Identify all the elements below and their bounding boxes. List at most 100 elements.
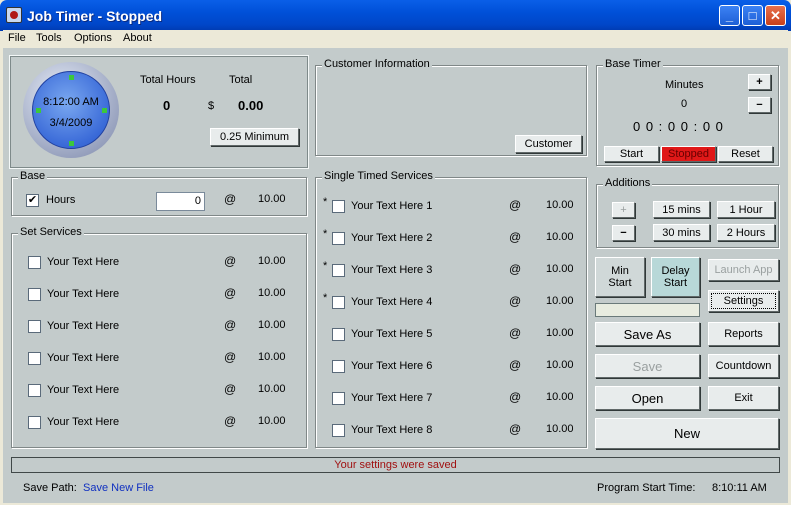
list-item: * Your Text Here 2 @10.00 bbox=[316, 228, 586, 250]
at-symbol: @ bbox=[509, 294, 522, 308]
settings-button[interactable]: Settings bbox=[708, 290, 779, 312]
countdown-button[interactable]: Countdown bbox=[708, 354, 779, 378]
at-symbol: @ bbox=[509, 422, 522, 436]
timer-stopped-indicator[interactable]: Stopped bbox=[661, 146, 716, 162]
timed-service-rate: 10.00 bbox=[546, 295, 574, 307]
service-checkbox[interactable] bbox=[28, 288, 41, 301]
timer-start-button[interactable]: Start bbox=[604, 146, 659, 162]
maximize-icon: □ bbox=[748, 8, 757, 23]
timed-service-checkbox[interactable] bbox=[332, 328, 345, 341]
service-label: Your Text Here bbox=[47, 320, 120, 332]
total-value: 0.00 bbox=[238, 98, 264, 113]
delay-start-button[interactable]: Delay Start bbox=[651, 257, 700, 297]
list-item: * Your Text Here 4 @10.00 bbox=[316, 292, 586, 314]
service-rate: 10.00 bbox=[258, 415, 286, 427]
save-path-link[interactable]: Save New File bbox=[83, 482, 154, 494]
service-checkbox[interactable] bbox=[28, 320, 41, 333]
menu-options[interactable]: Options bbox=[74, 32, 112, 44]
app-icon[interactable] bbox=[6, 7, 22, 23]
add-30-mins-button[interactable]: 30 mins bbox=[653, 224, 710, 241]
additions-decrease-button[interactable]: − bbox=[612, 225, 635, 241]
customer-info-title: Customer Information bbox=[322, 58, 432, 70]
service-label: Your Text Here bbox=[47, 416, 120, 428]
close-button[interactable]: ✕ bbox=[765, 5, 786, 26]
timed-service-checkbox[interactable] bbox=[332, 392, 345, 405]
required-star: * bbox=[323, 260, 328, 272]
base-timer-title: Base Timer bbox=[603, 58, 663, 70]
clock-date: 3/4/2009 bbox=[49, 117, 93, 129]
add-2-hours-button[interactable]: 2 Hours bbox=[717, 224, 775, 241]
menu-bar: File Tools Options About bbox=[3, 30, 788, 48]
service-label: Your Text Here bbox=[47, 352, 120, 364]
list-item: Your Text Here 6 @10.00 bbox=[316, 358, 586, 378]
title-bar[interactable]: Job Timer - Stopped _ □ ✕ bbox=[0, 0, 791, 31]
clock-tick bbox=[69, 75, 74, 80]
list-item: Your Text Here 7 @10.00 bbox=[316, 390, 586, 410]
menu-about[interactable]: About bbox=[123, 32, 152, 44]
minutes-decrease-button[interactable]: − bbox=[748, 97, 771, 113]
service-checkbox[interactable] bbox=[28, 416, 41, 429]
open-button[interactable]: Open bbox=[595, 386, 700, 410]
service-label: Your Text Here bbox=[47, 384, 120, 396]
timed-service-checkbox[interactable] bbox=[332, 264, 345, 277]
timed-service-rate: 10.00 bbox=[546, 263, 574, 275]
service-rate: 10.00 bbox=[258, 255, 286, 267]
hours-checkbox[interactable]: ✔ bbox=[26, 194, 39, 207]
menu-tools[interactable]: Tools bbox=[36, 32, 62, 44]
customer-button[interactable]: Customer bbox=[515, 135, 582, 153]
timed-service-checkbox[interactable] bbox=[332, 232, 345, 245]
reports-button[interactable]: Reports bbox=[708, 322, 779, 346]
timed-service-checkbox[interactable] bbox=[332, 200, 345, 213]
exit-button[interactable]: Exit bbox=[708, 386, 779, 410]
minutes-increase-button[interactable]: + bbox=[748, 74, 771, 90]
list-item: Your Text Here @10.00 bbox=[12, 414, 306, 434]
timer-reset-button[interactable]: Reset bbox=[718, 146, 773, 162]
timed-service-label: Your Text Here 4 bbox=[351, 296, 433, 308]
timed-service-label: Your Text Here 3 bbox=[351, 264, 433, 276]
minimum-button[interactable]: 0.25 Minimum bbox=[210, 128, 299, 146]
min-start-button[interactable]: Min Start bbox=[595, 257, 645, 297]
service-label: Your Text Here bbox=[47, 288, 120, 300]
at-symbol: @ bbox=[509, 230, 522, 244]
additions-increase-button[interactable]: + bbox=[612, 202, 635, 218]
service-checkbox[interactable] bbox=[28, 352, 41, 365]
timed-service-rate: 10.00 bbox=[546, 199, 574, 211]
timed-service-rate: 10.00 bbox=[546, 231, 574, 243]
service-rate: 10.00 bbox=[258, 351, 286, 363]
hours-input[interactable]: 0 bbox=[156, 192, 205, 211]
save-button[interactable]: Save bbox=[595, 354, 700, 378]
single-services-title: Single Timed Services bbox=[322, 170, 435, 182]
customer-info-group: Customer Information Customer bbox=[315, 58, 587, 156]
timed-service-checkbox[interactable] bbox=[332, 424, 345, 437]
service-checkbox[interactable] bbox=[28, 384, 41, 397]
at-symbol: @ bbox=[224, 414, 237, 428]
launch-app-button[interactable]: Launch App bbox=[708, 259, 779, 281]
add-1-hour-button[interactable]: 1 Hour bbox=[717, 201, 775, 218]
client-area: 8:12:00 AM 3/4/2009 Total Hours Total 0 … bbox=[3, 48, 788, 503]
clock-tick bbox=[102, 108, 107, 113]
minimize-button[interactable]: _ bbox=[719, 5, 740, 26]
timed-service-rate: 10.00 bbox=[546, 327, 574, 339]
timed-service-label: Your Text Here 2 bbox=[351, 232, 433, 244]
min-start-line2: Start bbox=[608, 277, 632, 289]
required-star: * bbox=[323, 196, 328, 208]
base-rate: 10.00 bbox=[258, 193, 286, 205]
delay-start-line2: Start bbox=[663, 277, 688, 289]
timed-service-checkbox[interactable] bbox=[332, 296, 345, 309]
at-symbol: @ bbox=[224, 254, 237, 268]
maximize-button[interactable]: □ bbox=[742, 5, 763, 26]
service-checkbox[interactable] bbox=[28, 256, 41, 269]
save-as-button[interactable]: Save As bbox=[595, 322, 700, 346]
at-symbol: @ bbox=[224, 318, 237, 332]
required-star: * bbox=[323, 228, 328, 240]
new-button[interactable]: New bbox=[595, 418, 779, 449]
list-item: Your Text Here @10.00 bbox=[12, 350, 306, 370]
timed-service-label: Your Text Here 6 bbox=[351, 360, 433, 372]
at-symbol: @ bbox=[224, 382, 237, 396]
timed-service-checkbox[interactable] bbox=[332, 360, 345, 373]
add-15-mins-button[interactable]: 15 mins bbox=[653, 201, 710, 218]
timed-service-label: Your Text Here 5 bbox=[351, 328, 433, 340]
at-symbol: @ bbox=[224, 350, 237, 364]
minutes-label: Minutes bbox=[665, 79, 704, 91]
menu-file[interactable]: File bbox=[8, 32, 26, 44]
